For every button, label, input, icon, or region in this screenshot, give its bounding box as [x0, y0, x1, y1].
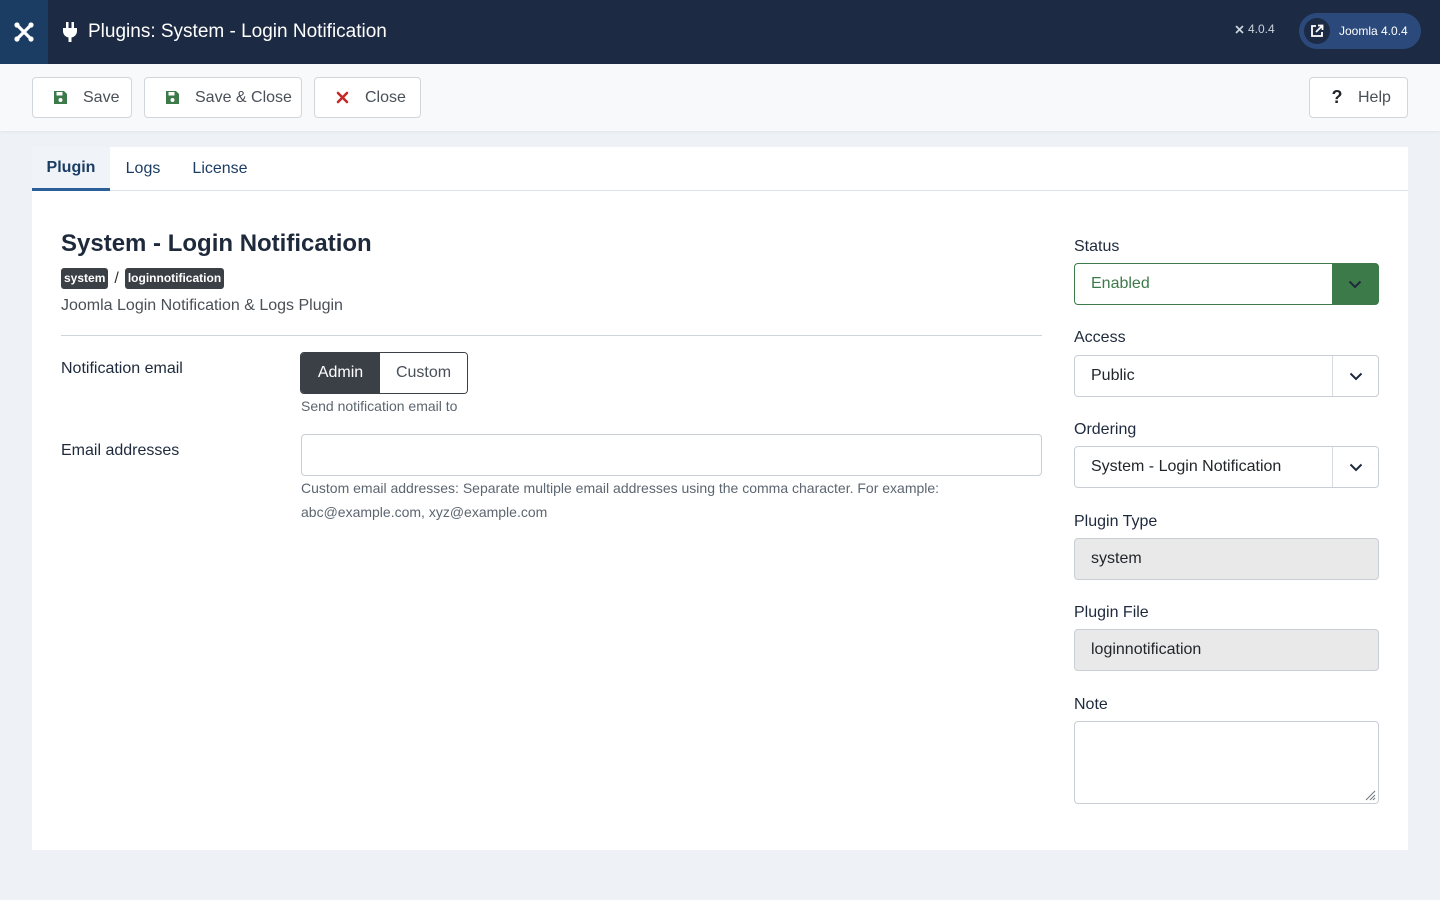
- close-button[interactable]: Close: [314, 77, 421, 118]
- element-badge: loginnotification: [124, 268, 225, 289]
- access-value: Public: [1091, 367, 1135, 384]
- option-admin[interactable]: Admin: [301, 353, 380, 393]
- close-label: Close: [365, 88, 406, 106]
- ordering-label: Ordering: [1074, 421, 1137, 438]
- version-label: 4.0.4: [1248, 22, 1275, 36]
- status-value: Enabled: [1091, 275, 1150, 292]
- save-icon: [163, 89, 181, 107]
- plugin-description: Joomla Login Notification & Logs Plugin: [61, 297, 343, 314]
- status-label: Status: [1074, 238, 1120, 255]
- status-select[interactable]: Enabled: [1074, 263, 1379, 305]
- save-close-button[interactable]: Save & Close: [144, 77, 302, 118]
- plugin-edit-card: Plugin Logs License System - Login Notif…: [32, 147, 1408, 850]
- ordering-select[interactable]: System - Login Notification: [1074, 446, 1379, 488]
- resize-handle-icon[interactable]: [1364, 789, 1376, 801]
- notification-email-toggle: Admin Custom: [300, 352, 468, 394]
- email-addresses-input[interactable]: [301, 434, 1042, 476]
- plugin-type-label: Plugin Type: [1074, 513, 1158, 530]
- external-link-icon: [1311, 24, 1324, 37]
- tab-logs[interactable]: Logs: [110, 147, 176, 191]
- notification-email-help: Send notification email to: [301, 398, 458, 414]
- email-addresses-help-2: abc@example.com, xyz@example.com: [301, 504, 548, 520]
- save-close-label: Save & Close: [195, 88, 292, 106]
- question-icon: ?: [1331, 87, 1343, 107]
- save-icon: [51, 89, 69, 107]
- plugin-title: System - Login Notification: [61, 230, 372, 257]
- note-textarea[interactable]: [1074, 721, 1379, 804]
- plug-icon: [63, 22, 77, 42]
- email-addresses-help-1: Custom email addresses: Separate multipl…: [301, 480, 940, 496]
- plugin-type-field: system: [1074, 538, 1379, 580]
- site-link-label: Joomla 4.0.4: [1339, 24, 1408, 38]
- joomla-logo-button[interactable]: [0, 0, 48, 64]
- note-label: Note: [1074, 696, 1108, 713]
- tab-plugin[interactable]: Plugin: [32, 147, 110, 191]
- chevron-down-icon: [1332, 447, 1378, 487]
- plugin-file-field: loginnotification: [1074, 629, 1379, 671]
- toolbar: Save Save & Close Close ? Help: [0, 64, 1440, 131]
- help-label: Help: [1358, 88, 1391, 106]
- chevron-down-icon: [1332, 264, 1378, 304]
- email-addresses-label: Email addresses: [61, 442, 180, 459]
- external-link-icon-wrap: [1304, 18, 1330, 44]
- site-link-button[interactable]: Joomla 4.0.4: [1299, 13, 1421, 49]
- tab-bar: Plugin Logs License: [32, 147, 1408, 191]
- chevron-down-icon: [1332, 356, 1378, 396]
- access-label: Access: [1074, 329, 1126, 346]
- joomla-small-icon: [1235, 25, 1244, 33]
- access-select[interactable]: Public: [1074, 355, 1379, 397]
- save-button[interactable]: Save: [32, 77, 132, 118]
- joomla-version: 4.0.4: [1234, 22, 1275, 36]
- divider: [61, 335, 1042, 336]
- plugin-file-label: Plugin File: [1074, 604, 1149, 621]
- app-header: Plugins: System - Login Notification 4.0…: [0, 0, 1440, 64]
- badge-separator: /: [114, 269, 119, 287]
- folder-badge: system: [61, 268, 109, 289]
- option-custom[interactable]: Custom: [380, 353, 467, 393]
- close-icon: [333, 89, 351, 107]
- notification-email-label: Notification email: [61, 360, 183, 377]
- help-button[interactable]: ? Help: [1309, 77, 1408, 118]
- tab-license[interactable]: License: [176, 147, 264, 191]
- joomla-logo-icon: [14, 22, 34, 42]
- page-heading: Plugins: System - Login Notification: [62, 0, 387, 64]
- page-title: Plugins: System - Login Notification: [88, 21, 387, 42]
- ordering-value: System - Login Notification: [1091, 458, 1282, 475]
- plugin-badges: system / loginnotification: [61, 268, 225, 289]
- save-label: Save: [83, 88, 120, 106]
